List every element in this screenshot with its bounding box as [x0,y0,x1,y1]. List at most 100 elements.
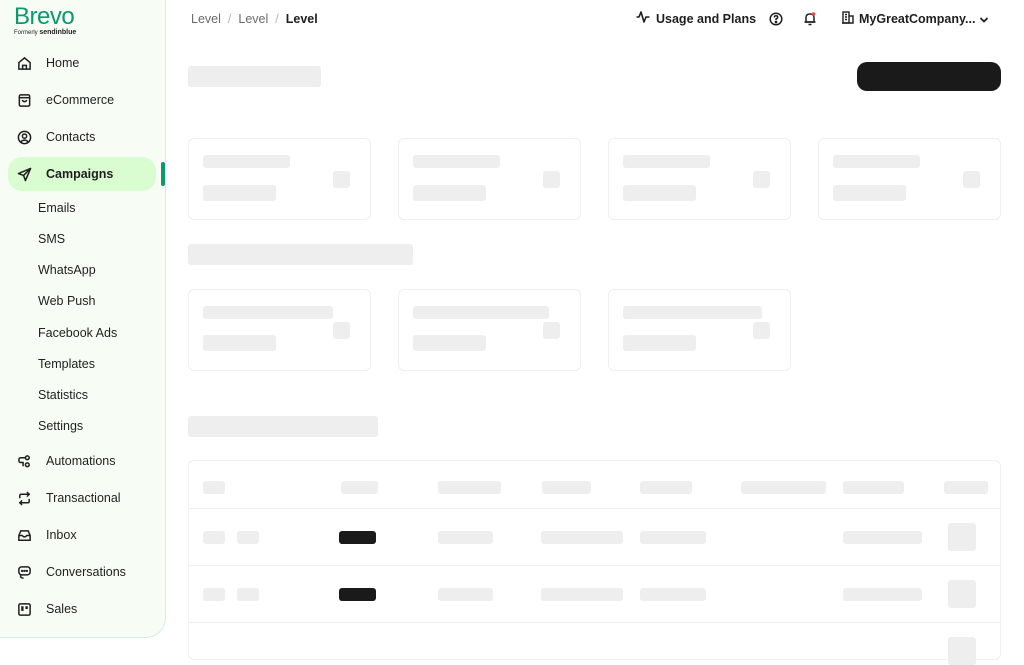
primary-action-button[interactable] [857,62,1001,91]
header-cell-skeleton [438,481,501,494]
subitem-sms[interactable]: SMS [38,229,65,249]
breadcrumb-item[interactable]: Level [191,12,221,26]
formerly-name: sendinblue [39,29,77,36]
breadcrumb-item[interactable]: Level [238,12,268,26]
kanban-icon [16,601,32,617]
subitem-emails[interactable]: Emails [38,198,76,218]
cell-skeleton [203,588,225,601]
formerly-prefix: Formerly [14,30,38,36]
company-name: MyGreatCompany... [859,12,976,26]
stat-card [818,138,1001,220]
sidebar-item-campaigns[interactable]: Campaigns [8,157,156,191]
subitem-web-push[interactable]: Web Push [38,291,95,311]
status-badge [339,531,376,544]
automation-icon [16,453,32,469]
sidebar-item-label: eCommerce [46,93,115,107]
card-value-skeleton [413,185,486,201]
stat-card [608,289,791,371]
subitem-settings[interactable]: Settings [38,416,83,436]
subitem-facebook-ads[interactable]: Facebook Ads [38,323,117,343]
cell-skeleton [237,531,259,544]
card-value-skeleton [623,185,696,201]
cell-skeleton [203,531,225,544]
sidebar-item-inbox[interactable]: Inbox [8,518,156,552]
logo-wordmark: Brevo [14,3,75,30]
chevron-down-icon [978,13,990,30]
cell-skeleton [843,588,922,601]
row-action-skeleton[interactable] [948,523,976,551]
cell-skeleton [541,588,623,601]
card-icon-skeleton [753,322,770,339]
sidebar-item-sales[interactable]: Sales [8,592,156,626]
building-icon [842,11,854,27]
help-button[interactable] [769,12,783,31]
brevo-logo[interactable]: Brevo Formerly sendinblue [14,3,76,37]
header-cell-skeleton [542,481,591,494]
card-icon-skeleton [543,171,560,188]
card-value-skeleton [203,335,276,351]
card-label-skeleton [413,155,500,168]
inbox-icon [16,527,32,543]
stat-card [188,289,371,371]
sidebar-item-transactional[interactable]: Transactional [8,481,156,515]
help-circle-icon [769,12,783,30]
card-icon-skeleton [333,171,350,188]
card-value-skeleton [833,185,906,201]
row-divider [189,622,1000,623]
stat-card [608,138,791,220]
card-label-skeleton [203,155,290,168]
row-divider [189,565,1000,566]
subitem-statistics[interactable]: Statistics [38,385,88,405]
sidebar-item-label: Sales [46,602,78,616]
sidebar-item-conversations[interactable]: Conversations [8,555,156,589]
card-value-skeleton [413,335,486,351]
header-cell-skeleton [944,481,988,494]
header-cell-skeleton [741,481,826,494]
card-label-skeleton [413,306,549,319]
card-label-skeleton [833,155,920,168]
notifications-button[interactable] [803,11,817,32]
header-cell-skeleton [203,481,225,494]
sidebar-item-label: Automations [46,454,116,468]
company-switcher[interactable]: MyGreatCompany... [842,11,975,27]
cell-skeleton [640,588,706,601]
logo-formerly: Formerly sendinblue [14,29,76,36]
usage-label: Usage and Plans [656,11,757,26]
bell-icon [803,12,817,31]
stat-card [398,138,581,220]
breadcrumb-current: Level [285,12,318,26]
usage-and-plans-link[interactable]: Usage and Plans [636,11,756,26]
campaigns-table [188,460,1001,665]
activity-icon [636,11,650,26]
card-label-skeleton [203,306,333,319]
sidebar-item-label: Inbox [46,528,77,542]
row-divider [189,508,1000,509]
sidebar-item-label: Campaigns [46,167,114,181]
sidebar-item-home[interactable]: Home [8,46,156,80]
chat-icon [16,564,32,580]
card-icon-skeleton [543,322,560,339]
sidebar-item-automations[interactable]: Automations [8,444,156,478]
home-icon [16,55,32,71]
sidebar-item-label: Home [46,56,80,70]
header-cell-skeleton [341,481,378,494]
active-indicator [161,162,165,186]
section-title-skeleton [188,416,378,437]
user-circle-icon [16,129,32,145]
sidebar-item-label: Contacts [46,130,96,144]
subitem-whatsapp[interactable]: WhatsApp [38,260,96,280]
sidebar-item-ecommerce[interactable]: eCommerce [8,83,156,117]
row-action-skeleton[interactable] [948,580,976,608]
cell-skeleton [640,531,706,544]
row-action-skeleton[interactable] [948,637,976,665]
company-dropdown-toggle[interactable] [978,13,990,31]
breadcrumb: Level / Level / Level [191,12,318,26]
card-value-skeleton [203,185,276,201]
subitem-templates[interactable]: Templates [38,354,95,374]
shopping-bag-icon [16,92,32,108]
card-label-skeleton [623,155,710,168]
sidebar-item-contacts[interactable]: Contacts [8,120,156,154]
cell-skeleton [237,588,259,601]
card-label-skeleton [623,306,762,319]
cell-skeleton [438,531,493,544]
